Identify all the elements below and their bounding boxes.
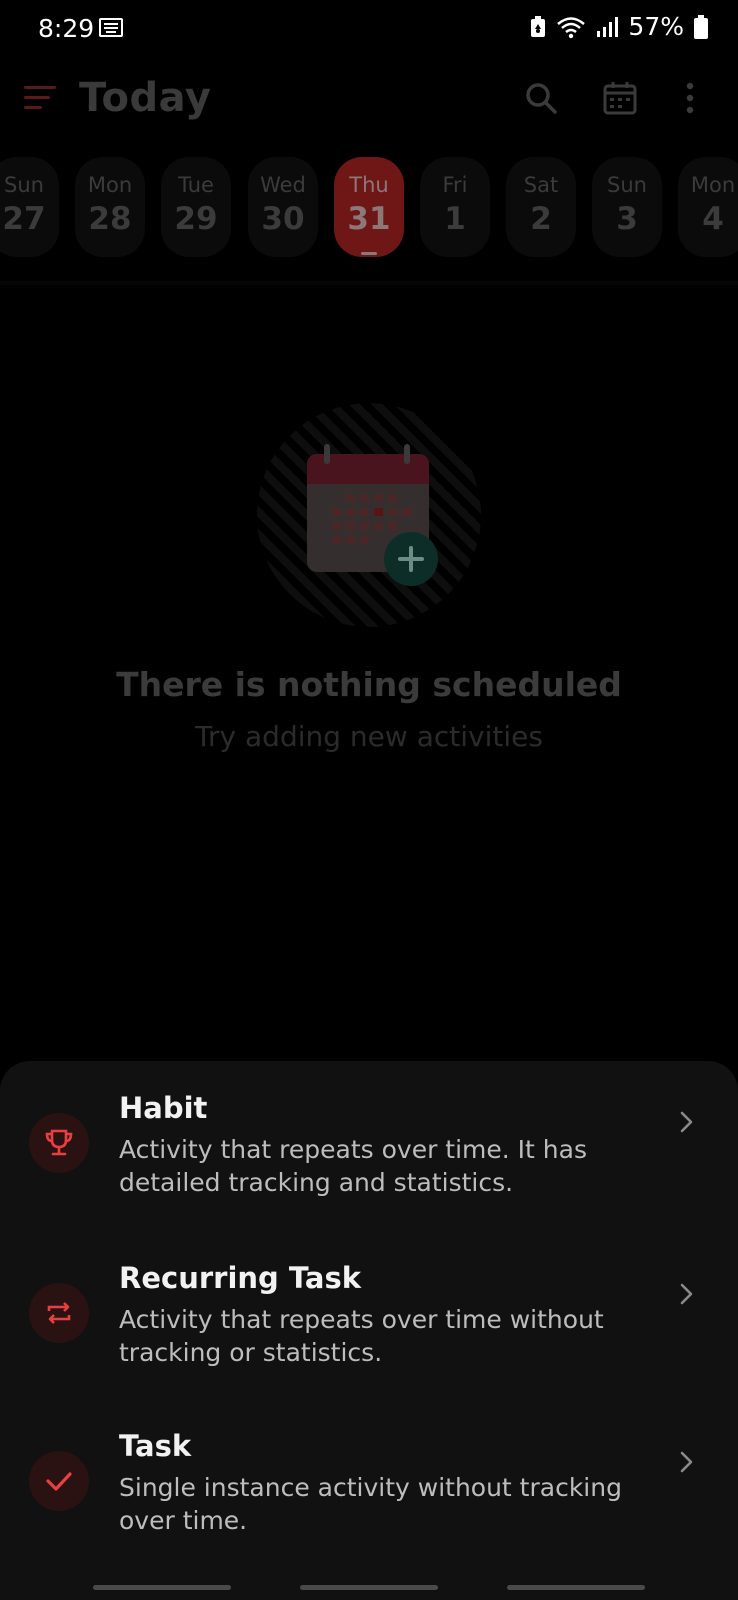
day-number: 27 bbox=[2, 201, 46, 237]
battery-percent: 57% bbox=[628, 12, 684, 41]
nav-back-button[interactable] bbox=[507, 1585, 645, 1590]
day-number: 30 bbox=[261, 201, 305, 237]
option-description: Single instance activity without trackin… bbox=[119, 1473, 622, 1535]
day-sun-3[interactable]: Sun 3 bbox=[592, 157, 662, 257]
day-thu-31-selected[interactable]: Thu 31 bbox=[334, 157, 404, 257]
repeat-icon bbox=[47, 1302, 71, 1324]
chevron-right-icon bbox=[680, 1451, 693, 1473]
week-strip: Sun 27 Mon 28 Tue 29 Wed 30 Thu 31 Fri 1… bbox=[0, 157, 738, 257]
chevron-right-icon bbox=[680, 1111, 693, 1133]
option-recurring-task[interactable]: Recurring Task Activity that repeats ove… bbox=[0, 1233, 738, 1405]
more-options-icon[interactable] bbox=[680, 80, 700, 116]
status-indicators: 57% bbox=[530, 12, 708, 41]
day-name: Wed bbox=[260, 173, 306, 197]
day-wed-30[interactable]: Wed 30 bbox=[248, 157, 318, 257]
day-name: Sun bbox=[607, 173, 647, 197]
battery-icon bbox=[694, 14, 708, 39]
day-number: 29 bbox=[174, 201, 218, 237]
day-name: Mon bbox=[87, 173, 133, 197]
screen: 8:29 57% Today Sun 27 Mon 28 Tue 29 Wed … bbox=[0, 0, 738, 1600]
header-divider bbox=[0, 281, 738, 285]
status-time: 8:29 bbox=[38, 14, 95, 43]
option-title: Task bbox=[119, 1429, 192, 1463]
day-sat-2[interactable]: Sat 2 bbox=[506, 157, 576, 257]
day-name: Thu bbox=[349, 173, 389, 197]
day-fri-1[interactable]: Fri 1 bbox=[420, 157, 490, 257]
page-title: Today bbox=[79, 75, 212, 121]
calendar-icon[interactable] bbox=[602, 80, 638, 116]
menu-icon[interactable] bbox=[24, 86, 56, 110]
keyboard-icon bbox=[99, 18, 123, 37]
empty-state-title: There is nothing scheduled bbox=[116, 665, 622, 704]
recurring-task-icon-badge bbox=[29, 1283, 89, 1343]
day-number: 2 bbox=[530, 201, 552, 237]
option-task[interactable]: Task Single instance activity without tr… bbox=[0, 1405, 738, 1577]
day-name: Sun bbox=[4, 173, 44, 197]
day-name: Fri bbox=[442, 173, 468, 197]
option-description: Activity that repeats over time without … bbox=[119, 1305, 604, 1367]
day-number: 31 bbox=[347, 201, 391, 237]
day-number: 28 bbox=[88, 201, 132, 237]
habit-icon-badge bbox=[29, 1113, 89, 1173]
day-number: 4 bbox=[702, 201, 724, 237]
task-icon-badge bbox=[29, 1451, 89, 1511]
nav-home-button[interactable] bbox=[300, 1585, 438, 1590]
signal-icon bbox=[597, 16, 619, 37]
day-name: Sat bbox=[523, 173, 559, 197]
day-number: 3 bbox=[616, 201, 638, 237]
day-tue-29[interactable]: Tue 29 bbox=[161, 157, 231, 257]
day-name: Tue bbox=[178, 173, 214, 197]
day-number: 1 bbox=[444, 201, 466, 237]
status-bar: 8:29 57% bbox=[0, 0, 738, 60]
nav-recents-button[interactable] bbox=[93, 1585, 231, 1590]
empty-calendar-illustration bbox=[257, 403, 481, 627]
option-title: Habit bbox=[119, 1091, 208, 1125]
option-habit[interactable]: Habit Activity that repeats over time. I… bbox=[0, 1061, 738, 1233]
day-mon-4[interactable]: Mon 4 bbox=[678, 157, 738, 257]
add-activity-sheet: Habit Activity that repeats over time. I… bbox=[0, 1061, 738, 1600]
system-navigation-bar bbox=[0, 1568, 738, 1600]
option-title: Recurring Task bbox=[119, 1261, 362, 1295]
option-description: Activity that repeats over time. It has … bbox=[119, 1135, 587, 1197]
day-sun-27[interactable]: Sun 27 bbox=[0, 157, 59, 257]
trophy-icon bbox=[45, 1129, 73, 1156]
check-icon bbox=[46, 1472, 72, 1491]
wifi-icon bbox=[557, 16, 586, 38]
empty-state-subtitle: Try adding new activities bbox=[195, 720, 543, 753]
chevron-right-icon bbox=[680, 1283, 693, 1305]
day-name: Mon bbox=[690, 173, 736, 197]
day-mon-28[interactable]: Mon 28 bbox=[75, 157, 145, 257]
battery-saver-icon bbox=[531, 15, 546, 37]
search-icon[interactable] bbox=[523, 80, 559, 116]
